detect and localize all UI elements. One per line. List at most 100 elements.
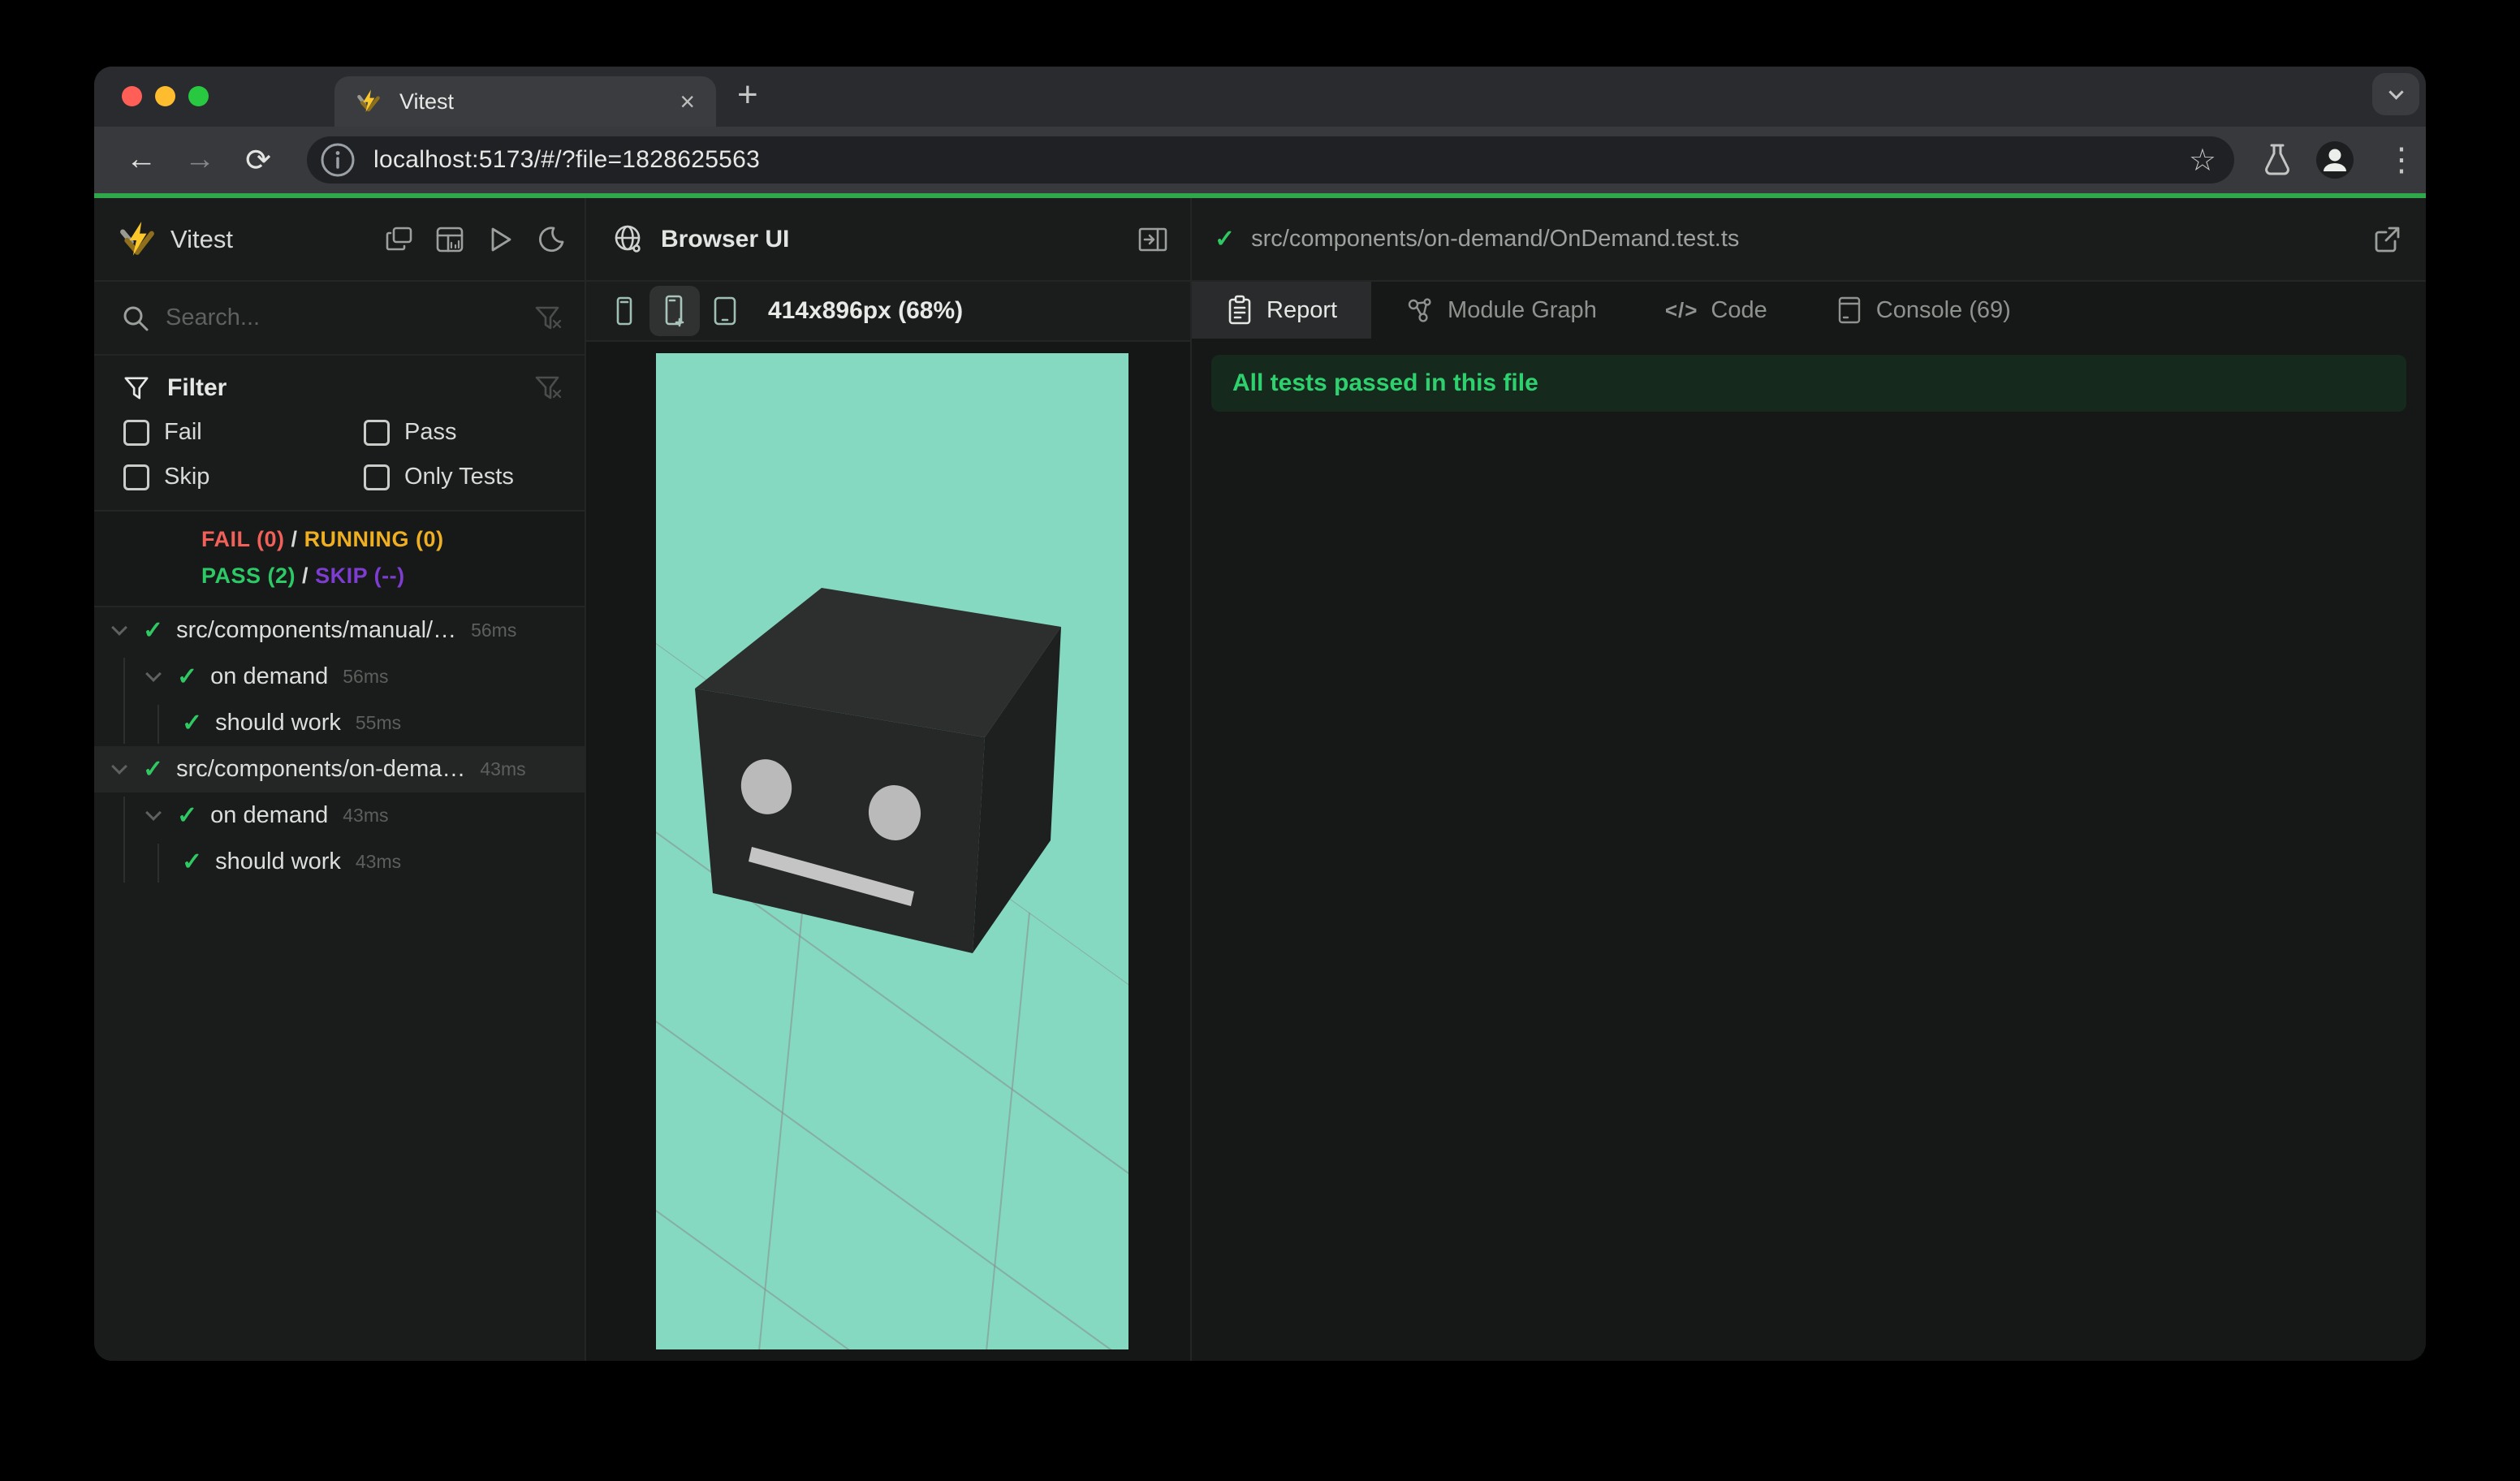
run-all-icon[interactable] [485, 225, 515, 254]
chevron-down-icon[interactable] [145, 804, 162, 821]
filter-checkbox-pass[interactable]: Pass [364, 419, 585, 446]
tab-console[interactable]: Console (69) [1802, 282, 2045, 339]
report-tabs: Report Module Graph </> Code Console (69… [1192, 282, 2426, 339]
checkbox-icon[interactable] [123, 464, 149, 490]
desktop: { "browser": { "tab_title": "Vitest", "u… [0, 0, 2520, 1481]
test-label: on demand [210, 802, 329, 828]
test-duration: 55ms [355, 712, 402, 733]
forward-button[interactable]: → [170, 142, 229, 179]
zoom-window-button[interactable] [188, 86, 209, 106]
pass-check-icon: ✓ [177, 663, 198, 690]
url-text: localhost:5173/#/?file=1828625563 [373, 146, 761, 173]
tab-search-button[interactable] [2372, 73, 2419, 115]
test-case-row[interactable]: ✓ should work 43ms [94, 839, 585, 885]
checkbox-icon[interactable] [123, 419, 149, 446]
tested-app-viewport[interactable] [656, 353, 1128, 1349]
globe-icon [615, 225, 641, 253]
browser-window: Vitest × + ← → ⟳ localhost:5173/#/?file=… [94, 67, 2426, 1361]
checkbox-label: Pass [404, 419, 457, 445]
search-icon [123, 306, 149, 330]
profile-avatar[interactable] [2315, 140, 2354, 179]
filter-checkbox-skip[interactable]: Skip [123, 464, 364, 490]
test-duration: 43ms [343, 805, 389, 826]
app-title: Vitest [170, 224, 233, 253]
tab-module-graph[interactable]: Module Graph [1371, 282, 1631, 339]
device-tablet-button[interactable] [700, 286, 750, 336]
pass-check-icon: ✓ [182, 710, 203, 736]
funnel-icon [124, 377, 149, 399]
reload-button[interactable]: ⟳ [229, 142, 287, 179]
robot-head [695, 588, 1061, 953]
device-phone-small-button[interactable] [599, 286, 649, 336]
browser-tab[interactable]: Vitest × [334, 76, 716, 127]
browser-tabstrip: Vitest × + [94, 67, 2426, 127]
banner-text: All tests passed in this file [1232, 369, 1538, 396]
collapse-panels-icon[interactable] [385, 225, 414, 254]
test-suite-row[interactable]: ✓ on demand 56ms [94, 654, 585, 700]
test-file-row[interactable]: ✓ src/components/manual/… 56ms [94, 607, 585, 654]
test-file-row-selected[interactable]: ✓ src/components/on-dema… 43ms [94, 746, 585, 792]
vitest-logo [120, 221, 154, 256]
device-phone-large-button-selected[interactable] [649, 286, 700, 336]
console-icon [1838, 296, 1860, 324]
site-info-icon[interactable] [320, 142, 356, 178]
theme-toggle-moon-icon[interactable] [536, 225, 565, 254]
chevron-down-icon [2388, 84, 2404, 100]
tab-code[interactable]: </> Code [1631, 282, 1802, 339]
skip-count: SKIP (--) [315, 563, 405, 588]
test-label: should work [215, 710, 341, 736]
checkbox-icon[interactable] [364, 419, 390, 446]
panel-title: Browser UI [661, 225, 790, 253]
pass-check-icon: ✓ [143, 617, 164, 644]
filter-checkbox-fail[interactable]: Fail [123, 419, 364, 446]
clear-filter-icon[interactable] [534, 304, 562, 332]
chevron-down-icon[interactable] [145, 665, 162, 682]
test-duration: 56ms [343, 666, 389, 687]
open-external-icon[interactable] [2371, 223, 2403, 256]
sidebar-header: Vitest [94, 198, 585, 282]
pass-count: PASS (2) [201, 563, 296, 588]
tab-label: Report [1266, 296, 1338, 323]
tab-report[interactable]: Report [1192, 282, 1372, 339]
search-input[interactable] [166, 304, 474, 331]
bookmark-star-icon[interactable]: ☆ [2189, 142, 2216, 179]
search-row [94, 282, 585, 356]
close-window-button[interactable] [122, 86, 142, 106]
test-label: src/components/on-dema… [176, 756, 466, 782]
tab-title: Vitest [399, 89, 455, 114]
device-toolbar: 414x896px (68%) [586, 282, 1190, 342]
window-controls [122, 86, 209, 106]
clear-filter-icon[interactable] [534, 374, 562, 402]
test-label: on demand [210, 663, 329, 689]
browser-ui-panel: Browser UI 414x896px (68%) [586, 198, 1192, 1361]
test-case-row[interactable]: ✓ should work 55ms [94, 700, 585, 746]
dock-panel-right-icon[interactable] [1137, 223, 1169, 256]
checkbox-icon[interactable] [364, 464, 390, 490]
dashboard-icon[interactable] [435, 225, 464, 254]
test-suite-row[interactable]: ✓ on demand 43ms [94, 792, 585, 839]
tab-close-icon[interactable]: × [680, 89, 695, 114]
browser-menu-icon[interactable]: ⋮ [2385, 141, 2418, 179]
back-button[interactable]: ← [112, 142, 170, 179]
test-label: should work [215, 848, 341, 874]
summary-line-2: PASS (2) / SKIP (--) [201, 563, 405, 588]
chevron-down-icon[interactable] [111, 619, 127, 636]
summary-line-1: FAIL (0) / RUNNING (0) [201, 527, 444, 551]
url-bar[interactable]: localhost:5173/#/?file=1828625563 ☆ [307, 136, 2234, 184]
checkbox-label: Fail [164, 419, 202, 445]
preview-stage [586, 342, 1190, 1361]
test-duration: 43ms [355, 851, 402, 872]
browser-toolbar: ← → ⟳ localhost:5173/#/?file=1828625563 … [94, 127, 2426, 193]
pass-check-icon: ✓ [143, 756, 164, 783]
test-file-path: src/components/on-demand/OnDemand.test.t… [1251, 226, 1740, 252]
new-tab-button[interactable]: + [737, 75, 758, 115]
chevron-down-icon[interactable] [111, 758, 127, 775]
experiments-flask-icon[interactable] [2259, 141, 2296, 179]
filter-checkbox-only-tests[interactable]: Only Tests [364, 464, 585, 490]
test-label: src/components/manual/… [176, 617, 457, 643]
vitest-app: Vitest Search... Filter Fail Pass Skip O… [94, 198, 2426, 1361]
robot-cube-scene [656, 588, 1128, 1349]
checkbox-label: Only Tests [404, 464, 514, 490]
pass-check-icon: ✓ [177, 802, 198, 829]
minimize-window-button[interactable] [155, 86, 175, 106]
